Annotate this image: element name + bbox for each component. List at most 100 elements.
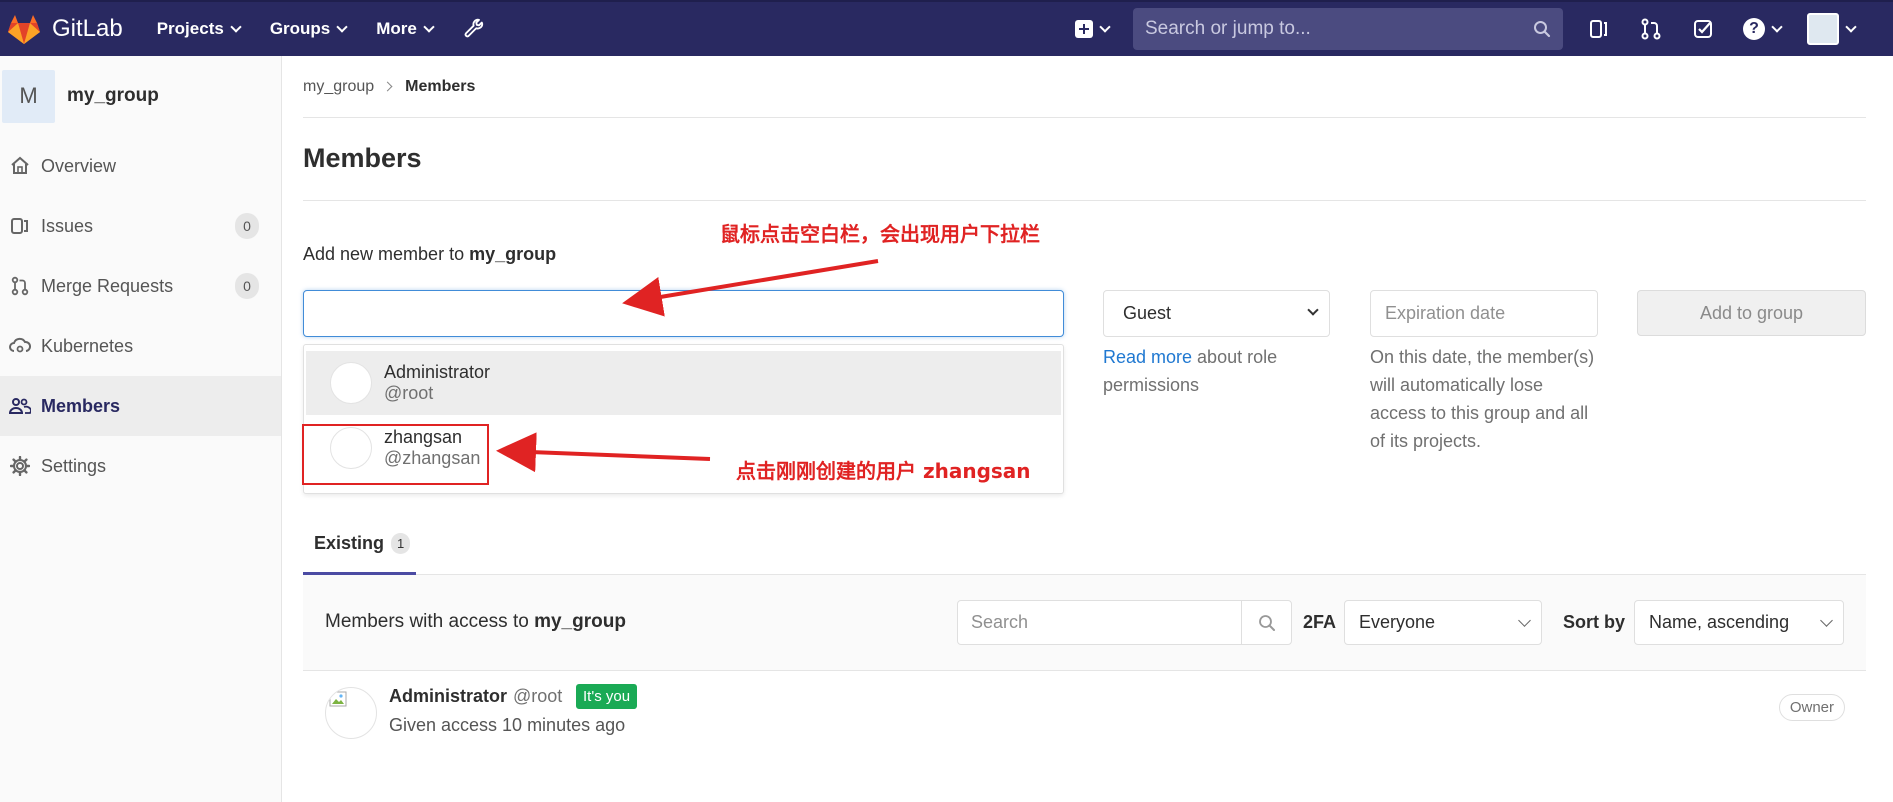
members-list-header: Members with access to my_group Search 2… [303,575,1866,671]
members-search-button[interactable] [1241,601,1291,644]
add-member-label: Add new member to my_group [303,244,556,265]
suggestion-text: Administrator @root [384,362,490,404]
brand-name: GitLab [52,15,123,42]
sidebar-item-label: Settings [41,455,107,476]
member-username: @root [513,686,563,706]
add-to-group-button[interactable]: Add to group [1637,290,1866,336]
nav-groups-label: Groups [269,19,331,38]
expiration-placeholder: Expiration date [1385,303,1506,323]
page-title: Members [303,143,1866,201]
gitlab-logo-icon [8,15,40,44]
sidebar-item-settings[interactable]: Settings [0,436,281,496]
group-sidebar: M my_group Overview Issues 0 Merge Reque… [0,56,282,802]
nav-more-label: More [376,19,417,38]
suggestion-name: Administrator [384,362,491,382]
members-search-input[interactable]: Search [957,600,1292,645]
todo-check-icon [1694,20,1712,38]
twofa-filter-value: Everyone [1359,612,1436,632]
breadcrumb: my_group Members [303,56,1866,118]
cloud-gear-icon [8,334,32,358]
merge-requests-nav-button[interactable] [1639,17,1663,41]
sort-select[interactable]: Name, ascending [1634,600,1844,645]
annotation-bottom-note: 点击刚刚创建的用户 zhangsan [736,459,1031,483]
role-help-text: Read more about role permissions [1103,343,1303,399]
global-search-input[interactable]: Search or jump to... [1133,8,1563,50]
sidebar-item-label: Kubernetes [41,335,134,356]
chevron-down-icon [1307,304,1319,316]
search-icon [1534,21,1551,38]
read-more-link[interactable]: Read more [1103,347,1192,367]
users-icon [8,394,32,418]
nav-groups[interactable]: Groups [269,19,348,39]
new-dropdown-button[interactable] [1075,20,1111,38]
member-search-input[interactable] [303,290,1064,337]
nav-more[interactable]: More [376,19,435,39]
sort-by-label: Sort by [1563,612,1626,632]
member-access-time: Given access 10 minutes ago [389,715,626,735]
todos-nav-button[interactable] [1691,17,1715,41]
sort-value: Name, ascending [1649,612,1790,632]
its-you-badge: It's you [576,684,638,709]
user-menu-button[interactable] [1807,13,1857,45]
twofa-filter-select[interactable]: Everyone [1344,600,1542,645]
annotation-highlight-box [302,424,489,485]
help-dropdown-button[interactable]: ? [1743,18,1783,40]
group-name: my_group [67,85,159,106]
avatar [330,362,372,404]
member-role-badge: Owner [1778,694,1845,721]
issues-nav-button[interactable] [1587,17,1611,41]
avatar[interactable] [325,687,377,739]
main-content: my_group Members Members Add new member … [303,56,1867,739]
nav-menu: Projects Groups More [157,18,515,40]
breadcrumb-current[interactable]: Members [405,78,475,96]
tab-existing-count: 1 [391,533,411,554]
broken-image-icon [329,691,347,707]
members-search-placeholder: Search [971,612,1029,632]
issues-icon [8,214,32,238]
sidebar-item-label: Overview [41,155,117,176]
access-level-select[interactable]: Guest [1103,290,1330,337]
sidebar-item-overview[interactable]: Overview [0,136,281,196]
sidebar-item-merge-requests[interactable]: Merge Requests 0 [0,256,281,316]
suggestion-item-administrator[interactable]: Administrator @root [306,351,1061,415]
issues-icon [1590,20,1607,38]
add-member-label-prefix: Add new member to [303,244,470,264]
sidebar-item-label: Issues [41,215,94,236]
sidebar-item-kubernetes[interactable]: Kubernetes [0,316,281,376]
user-avatar [1807,13,1839,45]
members-list-title: Members with access to my_group [325,611,626,633]
breadcrumb-group-link[interactable]: my_group [303,78,374,96]
merge-request-icon [1641,18,1661,40]
suggestion-username: @root [384,383,434,403]
chevron-down-icon [336,20,348,33]
chevron-down-icon [1099,20,1111,33]
group-avatar: M [2,69,55,123]
chevron-right-icon [382,81,393,92]
member-row: Administrator @root It's you Given acces… [303,671,1866,761]
sidebar-group-header[interactable]: M my_group [0,56,281,136]
tab-existing[interactable]: Existing 1 [303,515,416,575]
gitlab-members-page: GitLab Projects Groups More Search or ju… [0,0,1893,802]
access-level-value: Guest [1123,303,1172,323]
nav-projects-label: Projects [156,19,224,38]
chevron-down-icon [1771,20,1783,33]
sidebar-item-issues[interactable]: Issues 0 [0,196,281,256]
gitlab-home-link[interactable]: GitLab [6,2,123,56]
members-title-prefix: Members with access to [325,611,535,632]
plus-square-icon [1075,20,1093,38]
merge-request-icon [8,274,32,298]
members-tabs: Existing 1 [303,515,1866,575]
nav-projects[interactable]: Projects [156,19,242,39]
expiration-date-input[interactable]: Expiration date [1370,290,1598,337]
search-icon [1258,614,1275,631]
wrench-icon [464,18,484,38]
sidebar-item-label: Merge Requests [41,275,174,296]
sidebar-item-members[interactable]: Members [0,376,281,436]
issues-count-badge: 0 [235,213,259,239]
help-icon: ? [1743,18,1765,40]
member-name[interactable]: Administrator [389,686,507,707]
admin-area-link[interactable] [463,18,485,40]
annotation-top-note: 鼠标点击空白栏，会出现用户下拉栏 [720,222,1040,246]
chevron-down-icon [423,20,435,33]
home-icon [8,154,32,178]
